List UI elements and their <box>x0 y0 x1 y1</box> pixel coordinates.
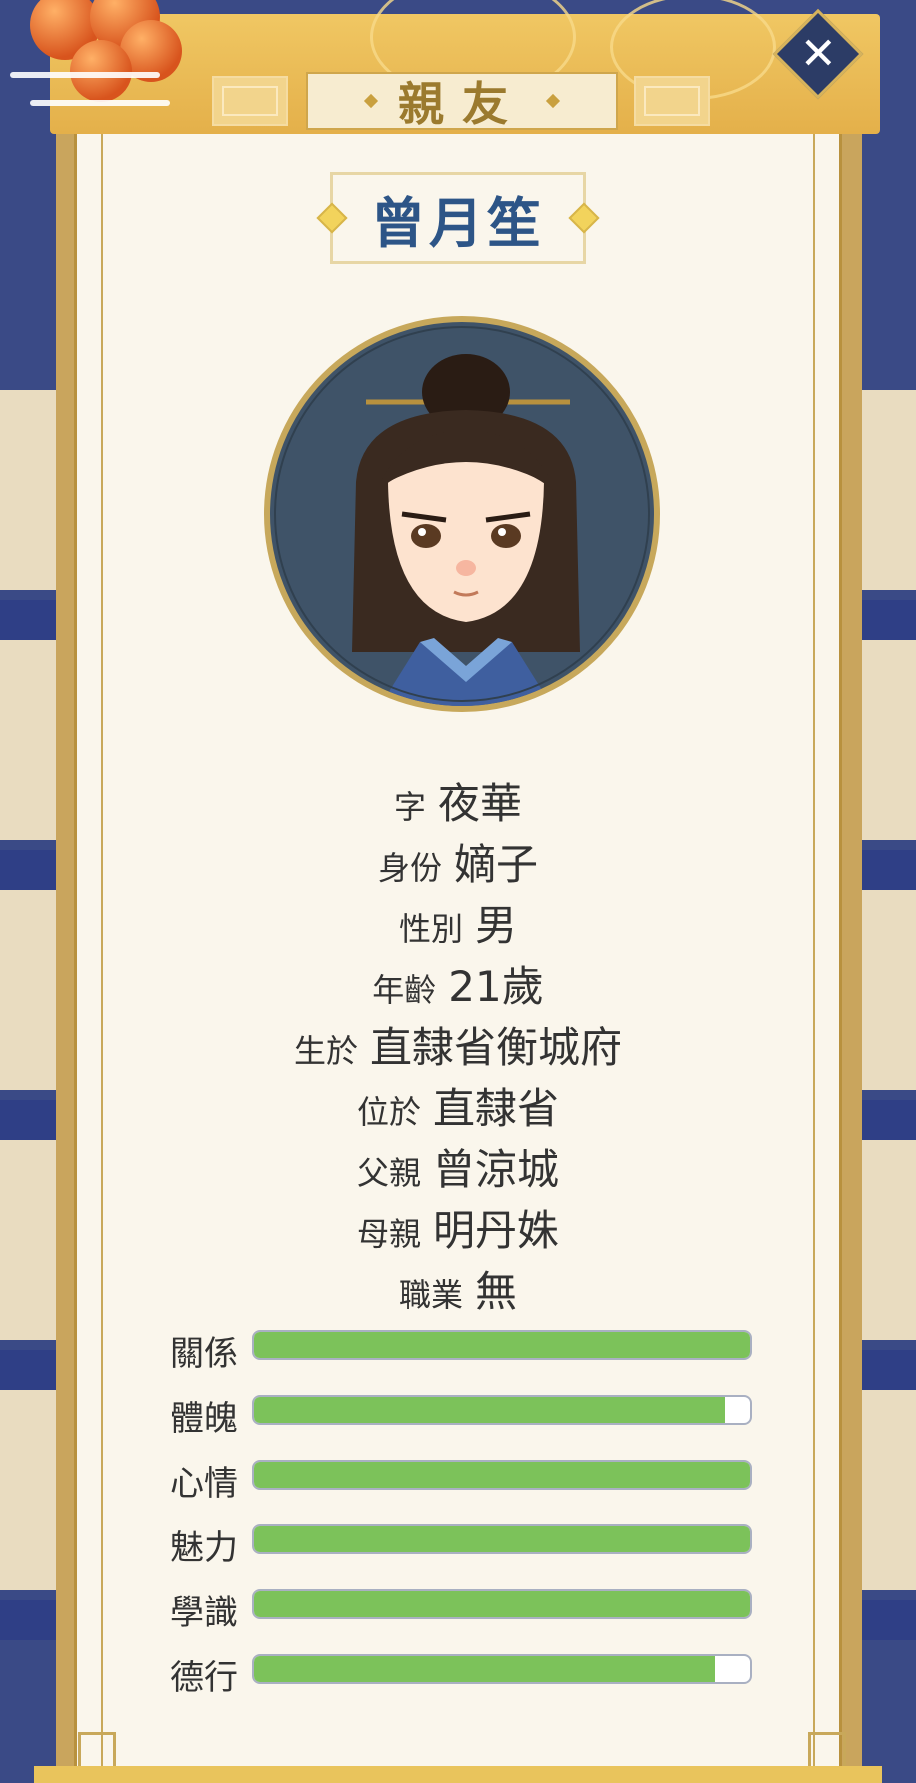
info-label: 字 <box>393 788 426 826</box>
stat-label: 關係 <box>170 1334 238 1374</box>
info-value: 直隸省衡城府 <box>370 1023 623 1072</box>
info-value: 21歲 <box>448 962 544 1011</box>
dialog-title-plate: 親友 <box>306 72 618 131</box>
character-name: 曾月笙 <box>371 191 545 255</box>
stat-label: 學識 <box>170 1593 238 1633</box>
stat-label: 體魄 <box>170 1399 238 1439</box>
info-value: 無 <box>475 1267 518 1316</box>
dialog-bottom-edge <box>34 1766 882 1783</box>
frame-corner-ornament <box>78 1732 116 1770</box>
stat-bar-fill <box>254 1526 750 1552</box>
stat-row: 德行 <box>170 1650 754 1698</box>
diamond-icon <box>363 93 379 109</box>
stat-row: 學識 <box>170 1585 754 1633</box>
info-label: 位於 <box>356 1093 421 1131</box>
stat-bar-fill <box>254 1591 750 1617</box>
stat-bar-fill <box>254 1332 750 1358</box>
stat-bar <box>252 1654 752 1684</box>
info-value: 明丹姝 <box>433 1206 560 1255</box>
info-value: 嫡子 <box>454 840 539 889</box>
stat-label: 魅力 <box>170 1528 238 1568</box>
info-value: 男 <box>475 901 518 950</box>
close-icon: ✕ <box>799 28 837 79</box>
frame-corner-ornament <box>808 1732 846 1770</box>
stat-bar <box>252 1589 752 1619</box>
stat-row: 魅力 <box>170 1520 754 1568</box>
info-value: 直隸省 <box>433 1084 560 1133</box>
info-row: 父親 曾涼城 <box>0 1136 916 1197</box>
info-label: 性別 <box>398 910 463 948</box>
info-row: 職業無 <box>0 1258 916 1319</box>
diamond-icon <box>545 93 561 109</box>
stat-row: 體魄 <box>170 1391 754 1439</box>
stat-bar-fill <box>254 1462 750 1488</box>
stat-bar <box>252 1460 752 1490</box>
info-label: 母親 <box>356 1215 421 1253</box>
stat-bar <box>252 1524 752 1554</box>
header-side-plate <box>212 76 288 126</box>
info-row: 母親 明丹姝 <box>0 1197 916 1258</box>
info-label: 生於 <box>293 1032 358 1070</box>
character-name-plate: 曾月笙 <box>316 172 600 264</box>
character-portrait <box>264 316 660 712</box>
info-row: 字夜華 <box>0 770 916 831</box>
stat-label: 心情 <box>170 1464 238 1504</box>
info-value: 曾涼城 <box>433 1145 560 1194</box>
info-row: 位於 直隸省 <box>0 1075 916 1136</box>
stat-bar <box>252 1395 752 1425</box>
info-label: 父親 <box>356 1154 421 1192</box>
info-row: 性別男 <box>0 892 916 953</box>
stat-row: 關係 <box>170 1326 754 1374</box>
info-label: 年齡 <box>372 971 437 1009</box>
stat-bar-fill <box>254 1397 726 1423</box>
stat-bar <box>252 1330 752 1360</box>
stat-row: 心情 <box>170 1456 754 1504</box>
info-label: 身份 <box>377 849 442 887</box>
info-value: 夜華 <box>438 779 523 828</box>
stat-label: 德行 <box>170 1658 238 1698</box>
dialog-title: 親友 <box>398 77 526 131</box>
info-row: 年齡 21歲 <box>0 953 916 1014</box>
info-row: 生於 直隸省衡城府 <box>0 1014 916 1075</box>
info-label: 職業 <box>398 1276 463 1314</box>
header-side-plate <box>634 76 710 126</box>
stat-bar-fill <box>254 1656 716 1682</box>
info-row: 身份 嫡子 <box>0 831 916 892</box>
